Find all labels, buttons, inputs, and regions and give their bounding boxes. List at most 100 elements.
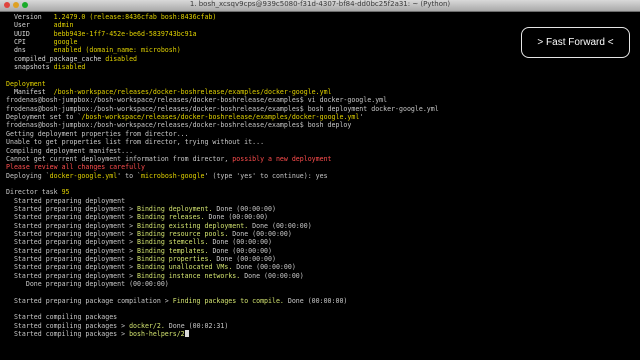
terminal-text: Started compiling packages > xyxy=(6,330,130,339)
terminal-text: Started compiling packages > xyxy=(6,321,130,330)
terminal-text: Done (00:00:00) xyxy=(232,263,296,272)
terminal-text: Started preparing deployment > xyxy=(6,213,138,222)
terminal-text: Started preparing deployment xyxy=(6,196,126,205)
terminal-line: frodenas@bosh-jumpbox:/bosh-workspace/re… xyxy=(6,96,636,104)
terminal-text: Getting deployment properties from direc… xyxy=(6,129,189,138)
terminal-text: Done (00:02:31) xyxy=(164,321,229,330)
window-titlebar: 1. bosh_xcsqv9cps@939c5080-f31d-4307-bf8… xyxy=(0,0,640,12)
terminal-text: UUID xyxy=(6,29,54,38)
terminal-output[interactable]: Version 1.2479.0 (release:8436cfab bosh:… xyxy=(6,13,636,358)
terminal-text: docker/2. xyxy=(129,321,165,330)
terminal-text: disabled xyxy=(53,63,86,72)
terminal-text: /bosh-workspace/releases/docker-boshrele… xyxy=(81,113,360,122)
terminal-text: Done (00:00:00) xyxy=(248,221,312,230)
terminal-text: Finding packages to compile. xyxy=(172,296,284,305)
terminal-line: Getting deployment properties from direc… xyxy=(6,130,636,138)
terminal-line: Compiling deployment manifest... xyxy=(6,147,636,155)
terminal-line: Started compiling packages > docker/2. D… xyxy=(6,322,636,330)
terminal-line: Started preparing deployment > Binding e… xyxy=(6,222,636,230)
terminal-text: admin xyxy=(53,21,74,30)
fast-forward-overlay: > Fast Forward < xyxy=(521,27,630,58)
terminal-text: bosh-helpers/2 xyxy=(129,330,185,339)
terminal-text: 95 xyxy=(61,188,70,197)
terminal-text: dns xyxy=(6,46,54,55)
terminal-text: ' xyxy=(359,113,364,122)
terminal-text: Deployment set to ` xyxy=(6,113,82,122)
terminal-text: Done (00:00:00) xyxy=(228,229,292,238)
terminal-text: Unable to get properties list from direc… xyxy=(6,138,265,147)
terminal-line: frodenas@bosh-jumpbox:/bosh-workspace/re… xyxy=(6,105,636,113)
terminal-text: Manifest xyxy=(6,88,54,97)
terminal-line: Deployment xyxy=(6,80,636,88)
terminal-text: Done (00:00:00) xyxy=(283,296,348,305)
terminal-text: Version xyxy=(6,13,54,21)
terminal-text: Director task xyxy=(6,188,62,197)
terminal-text: frodenas@bosh-jumpbox:/bosh-workspace/re… xyxy=(6,104,439,113)
terminal-text: frodenas@bosh-jumpbox:/bosh-workspace/re… xyxy=(6,121,352,130)
terminal-line: Manifest /bosh-workspace/releases/docker… xyxy=(6,88,636,96)
terminal-text: Done (00:00:00) xyxy=(212,254,276,263)
terminal-text: Deploying ` xyxy=(6,171,50,180)
terminal-text: Started preparing deployment > xyxy=(6,246,138,255)
terminal-line: Deployment set to `/bosh-workspace/relea… xyxy=(6,113,636,121)
terminal-text: Started preparing deployment > xyxy=(6,229,138,238)
terminal-text: /bosh-workspace/releases/docker-boshrele… xyxy=(53,88,332,97)
terminal-line: Started preparing deployment > Binding d… xyxy=(6,205,636,213)
terminal-text: disabled xyxy=(105,54,138,63)
terminal-line: frodenas@bosh-jumpbox:/bosh-workspace/re… xyxy=(6,121,636,129)
terminal-text: Done (00:00:00) xyxy=(208,246,273,255)
terminal-text: Compiling deployment manifest... xyxy=(6,146,134,155)
terminal-line: Started preparing deployment > Binding p… xyxy=(6,255,636,263)
terminal-text: Deployment xyxy=(6,79,46,88)
terminal-text: Cannot get current deployment informatio… xyxy=(6,154,233,163)
terminal-text: google xyxy=(53,38,78,47)
terminal-text: Binding unallocated VMs. xyxy=(137,263,233,272)
terminal-text: Binding templates. xyxy=(137,246,209,255)
terminal-text: frodenas@bosh-jumpbox:/bosh-workspace/re… xyxy=(6,96,388,105)
terminal-text: Started preparing deployment > xyxy=(6,204,138,213)
terminal-text: Binding existing deployment. xyxy=(137,221,249,230)
terminal-text: Binding deployment. xyxy=(137,204,213,213)
terminal-line: Started preparing deployment > Binding u… xyxy=(6,263,636,271)
terminal-line: Started preparing deployment > Binding r… xyxy=(6,230,636,238)
terminal-line: snapshots disabled xyxy=(6,63,636,71)
terminal-text: 1.2479.0 (release:8436cfab bosh:8436cfab… xyxy=(53,13,217,21)
terminal-text: Binding releases. xyxy=(137,213,205,222)
terminal-text: Done (00:00:00) xyxy=(240,271,304,280)
terminal-text: User xyxy=(6,21,54,30)
terminal-line: Started compiling packages xyxy=(6,313,636,321)
terminal-line: Started preparing deployment > Binding s… xyxy=(6,238,636,246)
terminal-text: possibly a new deployment xyxy=(232,154,332,163)
terminal-text: Done preparing deployment (00:00:00) xyxy=(6,280,169,288)
terminal-text: enabled (domain_name: microbosh) xyxy=(53,46,181,55)
terminal-text: Binding stemcells. xyxy=(137,238,209,247)
terminal-text: docker-google.yml xyxy=(49,171,118,180)
terminal-text: Started preparing deployment > xyxy=(6,254,138,263)
terminal-text: CPI xyxy=(6,38,54,47)
terminal-text: Started preparing deployment > xyxy=(6,238,138,247)
terminal-text: ' to ` xyxy=(117,171,141,180)
terminal-line: Please review all changes carefully xyxy=(6,163,636,171)
terminal-line: Version 1.2479.0 (release:8436cfab bosh:… xyxy=(6,13,636,21)
terminal-text: bebb943e-1ff7-452e-be6d-5839743bc91a xyxy=(53,29,197,38)
terminal-text: Please review all changes carefully xyxy=(6,163,145,172)
terminal-line: Started preparing deployment > Binding i… xyxy=(6,272,636,280)
terminal-text: compiled_package_cache xyxy=(6,54,106,63)
terminal-text: Binding instance networks. xyxy=(137,271,241,280)
terminal-line: Unable to get properties list from direc… xyxy=(6,138,636,146)
terminal-text: Started preparing package compilation > xyxy=(6,296,173,305)
terminal-text: microbosh-google xyxy=(141,171,205,180)
terminal-line: Started preparing deployment xyxy=(6,197,636,205)
terminal-text: Binding properties. xyxy=(137,254,213,263)
terminal-text: Binding resource pools. xyxy=(137,229,229,238)
terminal-line: Cannot get current deployment informatio… xyxy=(6,155,636,163)
terminal-text: snapshots xyxy=(6,63,54,72)
terminal-line: Started compiling packages > bosh-helper… xyxy=(6,330,636,338)
terminal-cursor xyxy=(184,330,189,338)
terminal-text: ' (type 'yes' to continue): yes xyxy=(204,171,328,180)
terminal-text: Started preparing deployment > xyxy=(6,271,138,280)
window-title: 1. bosh_xcsqv9cps@939c5080-f31d-4307-bf8… xyxy=(189,0,451,8)
